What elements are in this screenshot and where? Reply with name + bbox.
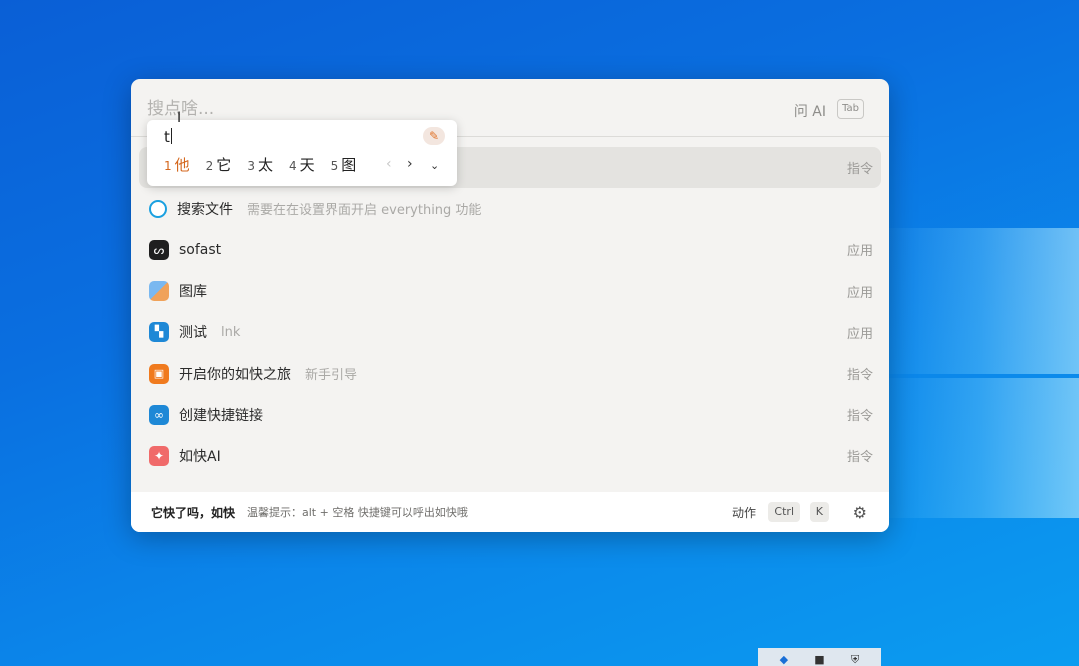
gallery-icon <box>149 281 169 302</box>
link-icon: ∞ <box>149 404 169 425</box>
ask-ai-button[interactable]: 问 AI <box>794 101 826 121</box>
result-title: 测试 <box>179 325 207 342</box>
text-caret <box>170 128 172 144</box>
actions-button[interactable]: 动作 <box>732 504 756 521</box>
ime-candidate-popup: t ✎ 1他 2它 3太 4天 5图 ‹ › ⌄ <box>147 120 457 186</box>
ime-candidates: 1他 2它 3太 4天 5图 <box>164 154 372 175</box>
results-list: 指令 搜索文件 需要在在设置界面开启 everything 功能 ᔕ sofas… <box>131 147 889 477</box>
search-input[interactable] <box>147 95 707 123</box>
k-key-hint: K <box>809 502 829 522</box>
ime-composition: t <box>164 128 172 146</box>
result-title: 图库 <box>179 284 207 301</box>
result-type: 应用 <box>846 326 873 342</box>
chevron-left-icon[interactable]: ‹ <box>386 156 392 172</box>
ime-candidate[interactable]: 1他 <box>164 154 190 175</box>
guide-icon: ▣ <box>149 363 169 384</box>
result-subtitle: lnk <box>221 324 241 340</box>
chevron-right-icon[interactable]: › <box>407 156 413 172</box>
result-title: 搜索文件 <box>177 201 233 218</box>
result-subtitle: 新手引导 <box>305 368 358 384</box>
ctrl-key-hint: Ctrl <box>768 502 800 522</box>
ime-candidate[interactable]: 3太 <box>247 154 273 175</box>
result-title: 创建快捷链接 <box>179 407 263 424</box>
defender-icon[interactable]: ◆ <box>776 654 792 666</box>
ime-candidate[interactable]: 5图 <box>331 154 357 175</box>
result-row-ai[interactable]: ✦ 如快AI 指令 <box>139 435 881 476</box>
result-type: 指令 <box>846 368 873 384</box>
result-row-onboarding[interactable]: ▣ 开启你的如快之旅 新手引导 指令 <box>139 353 881 394</box>
app-tray-icon[interactable]: ■ <box>811 654 827 666</box>
brand-slogan: 它快了吗，如快 <box>151 505 236 520</box>
result-title: 开启你的如快之旅 <box>179 366 291 383</box>
search-icon <box>149 199 167 218</box>
text-cursor-icon: I <box>177 110 182 126</box>
taskbar-tray: ◆ ■ ⛨ <box>758 648 881 666</box>
result-type: 指令 <box>846 162 873 178</box>
desktop-light-beam <box>880 228 1079 374</box>
result-row-search-files[interactable]: 搜索文件 需要在在设置界面开启 everything 功能 <box>139 188 881 229</box>
shield-icon[interactable]: ⛨ <box>847 654 863 666</box>
result-type: 指令 <box>846 450 873 466</box>
ime-logo-icon: ✎ <box>423 127 445 145</box>
chevron-down-icon[interactable]: ⌄ <box>430 159 439 172</box>
result-row-create-link[interactable]: ∞ 创建快捷链接 指令 <box>139 394 881 435</box>
sofast-logo-icon: ᔕ <box>149 239 169 260</box>
result-type: 应用 <box>846 244 873 260</box>
ime-candidate[interactable]: 4天 <box>289 154 315 175</box>
result-title: 如快AI <box>179 448 221 465</box>
hotkey-tip: 温馨提示：alt + 空格 快捷键可以呼出如快哦 <box>247 506 468 519</box>
gear-icon[interactable]: ⚙ <box>853 503 867 522</box>
result-title: sofast <box>179 241 222 258</box>
result-row-test[interactable]: ▚ 测试 lnk 应用 <box>139 312 881 353</box>
result-row-sofast[interactable]: ᔕ sofast 应用 <box>139 229 881 270</box>
grid-app-icon: ▚ <box>149 322 169 343</box>
result-row-gallery[interactable]: 图库 应用 <box>139 271 881 312</box>
result-type: 指令 <box>846 409 873 425</box>
desktop-light-beam <box>880 378 1079 518</box>
footer-bar: 它快了吗，如快 温馨提示：alt + 空格 快捷键可以呼出如快哦 动作 Ctrl… <box>131 492 889 532</box>
sparkle-icon: ✦ <box>149 445 169 466</box>
result-type: 应用 <box>846 285 873 301</box>
tab-key-hint: Tab <box>837 99 864 119</box>
result-subtitle: 需要在在设置界面开启 everything 功能 <box>247 203 482 219</box>
ime-candidate[interactable]: 2它 <box>206 154 232 175</box>
